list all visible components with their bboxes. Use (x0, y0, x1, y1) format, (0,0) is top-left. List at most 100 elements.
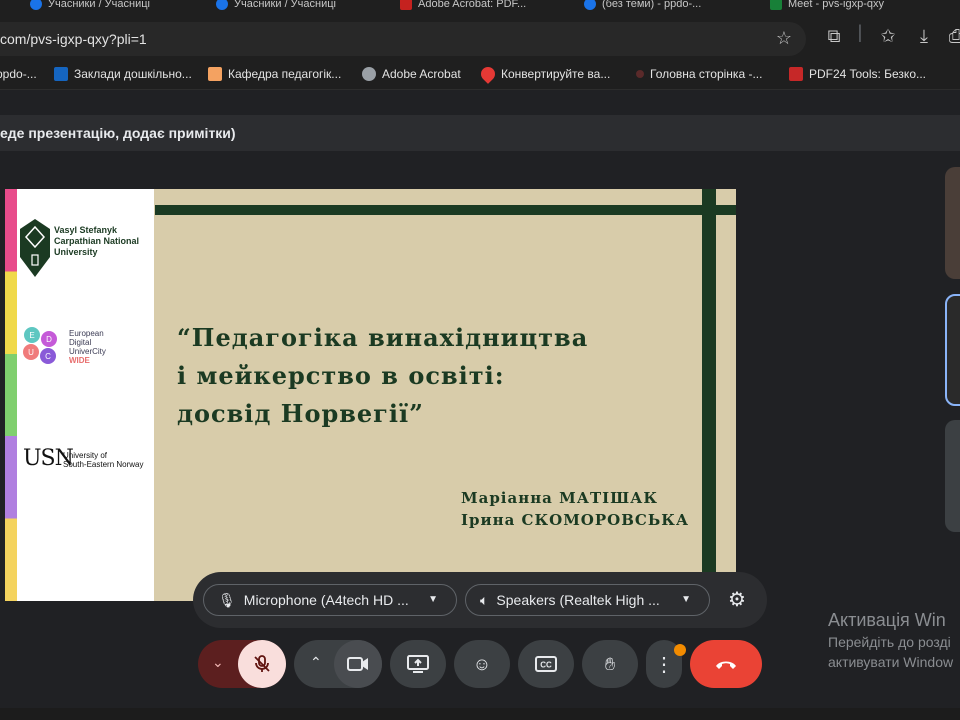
participant-tile[interactable] (945, 294, 960, 406)
educ-letter: U (28, 348, 34, 357)
print-icon[interactable]: ⎙ (944, 26, 960, 47)
more-options-button[interactable]: ⋮ (646, 640, 686, 688)
educ-text-line: European (69, 329, 104, 338)
svg-text:CC: CC (540, 661, 552, 670)
activation-line: активувати Window (828, 654, 954, 670)
educ-text: European Digital UniverCity WIDE (69, 329, 149, 365)
url-text: com/pvs-igxp-qxy?pli=1 (0, 31, 147, 47)
slide-frame-bar (702, 189, 716, 601)
meet-favicon-icon (30, 0, 42, 10)
microphone-icon: 🎙︎ (218, 591, 236, 608)
heart-icon (478, 64, 498, 84)
notification-dot (674, 644, 686, 656)
camera-control: ⌃ (294, 640, 382, 688)
settings-gear-icon[interactable]: ⚙ (725, 588, 749, 612)
chevron-up-icon[interactable]: ⌃ (310, 654, 322, 671)
microphone-control: ⌄ (198, 640, 286, 688)
captions-button[interactable]: CC (518, 640, 574, 688)
camera-button[interactable] (334, 640, 382, 688)
usn-name: University of South-Eastern Norway (63, 451, 144, 469)
mic-muted-button[interactable] (238, 640, 286, 688)
panel-chevron (17, 529, 154, 601)
bookmark-item[interactable]: PDF24 Tools: Безко... (789, 67, 926, 81)
toolbar-divider: | (857, 22, 863, 42)
globe-icon (362, 67, 376, 81)
favorites-icon[interactable]: ✩ (876, 26, 900, 47)
slide-title: “Педагогіка винахідництва і мейкерство в… (177, 323, 589, 428)
download-icon[interactable]: ⤓ (912, 26, 936, 47)
chevron-down-icon: ▼ (681, 594, 691, 605)
activation-title: Активація Win (828, 610, 946, 630)
more-vert-icon: ⋮ (654, 653, 674, 676)
university-name: Vasyl Stefanyk Carpathian National Unive… (54, 225, 140, 257)
bookmark-item[interactable]: Заклади дошкільно... (54, 67, 192, 81)
present-screen-button[interactable] (390, 640, 446, 688)
raise-hand-button[interactable]: ✋︎ (582, 640, 638, 688)
browser-tab[interactable]: Adobe Acrobat: PDF... (400, 0, 540, 14)
educ-letter: D (46, 335, 52, 344)
bookmarks-bar: ppdo-... Заклади дошкільно... Кафедра пе… (0, 60, 960, 90)
bookmark-item[interactable]: Головна сторінка -... (636, 67, 762, 81)
educ-text-line: UniverCity (69, 347, 106, 356)
chevron-down-icon[interactable]: ⌄ (212, 654, 224, 671)
leave-call-button[interactable] (690, 640, 762, 688)
bookmark-item[interactable]: Кафедра педагогік... (208, 67, 341, 81)
reactions-button[interactable]: ☺ (454, 640, 510, 688)
educ-logo-icon: E D U C (23, 327, 57, 364)
mic-off-icon (254, 655, 270, 672)
bookmark-star-icon[interactable]: ☆ (776, 28, 792, 49)
mail-favicon-icon (584, 0, 596, 10)
university-crest-icon (20, 219, 50, 277)
speakers-select[interactable]: 🔈︎ Speakers (Realtek High ... ▼ (465, 584, 710, 616)
presenter-banner: еде презентацію, додає примітки) (0, 115, 960, 151)
author-name: Маріанна МАТІШАК (461, 489, 659, 507)
hand-icon: ✋︎ (604, 653, 616, 674)
browser-tab[interactable]: (без теми) - ppdo-... (584, 0, 724, 14)
educ-letter: C (45, 352, 51, 361)
extensions-icon[interactable]: ⧉ (822, 26, 846, 47)
bookmark-item[interactable]: Adobe Acrobat (362, 67, 461, 81)
educ-letter: E (29, 331, 34, 340)
participant-tile[interactable] (945, 167, 960, 279)
speakers-label: Speakers (Realtek High ... (496, 592, 660, 608)
slide-frame-bar (155, 205, 736, 215)
slide-authors: Маріанна МАТІШАК Ірина СКОМОРОВСЬКА (461, 487, 689, 531)
video-camera-icon (347, 657, 368, 671)
meet-favicon-icon (770, 0, 782, 10)
browser-tab-active[interactable]: Meet - pvs-igxp-qxy (770, 0, 890, 14)
presenter-banner-text: еде презентацію, додає примітки) (0, 125, 236, 141)
browser-tab[interactable]: Учасники / Учасниці (30, 0, 180, 14)
call-controls: ⌄ ⌃ ☺ CC ✋︎ ⋮ (0, 636, 960, 692)
page-gap (0, 91, 960, 115)
presentation-slide: Vasyl Stefanyk Carpathian National Unive… (5, 189, 736, 601)
author-name: Ірина СКОМОРОВСЬКА (461, 511, 690, 529)
address-bar[interactable]: com/pvs-igxp-qxy?pli=1 ☆ (0, 22, 806, 56)
closed-captions-icon: CC (535, 656, 557, 672)
bookmark-item[interactable]: Конвертируйте ва... (478, 64, 610, 84)
educ-text-line: Digital (69, 338, 92, 347)
acrobat-favicon-icon (400, 0, 412, 10)
site-icon (636, 70, 644, 78)
browser-toolbar: com/pvs-igxp-qxy?pli=1 ☆ (0, 18, 960, 60)
microphone-select[interactable]: 🎙︎ Microphone (A4tech HD ... ▼ (203, 584, 457, 616)
chevron-down-icon: ▼ (428, 594, 438, 605)
device-settings-bar: 🎙︎ Microphone (A4tech HD ... ▼ 🔈︎ Speake… (193, 572, 767, 628)
emoji-icon: ☺ (472, 653, 492, 674)
school-icon (54, 67, 68, 81)
participant-tile[interactable] (945, 420, 960, 532)
hang-up-phone-icon (716, 661, 736, 669)
windows-taskbar (0, 708, 960, 720)
bookmark-item[interactable]: ppdo-... (0, 67, 37, 81)
meet-favicon-icon (216, 0, 228, 10)
pdf24-icon (789, 67, 803, 81)
windows-activation-watermark: Активація Win Перейдіть до розді активув… (828, 608, 953, 672)
color-strip (5, 189, 17, 601)
microphone-label: Microphone (A4tech HD ... (243, 592, 409, 608)
educ-wide: WIDE (69, 356, 90, 365)
browser-tab-strip: Учасники / Учасниці Учасники / Учасниці … (0, 0, 960, 18)
present-icon (407, 655, 429, 673)
speaker-icon: 🔈︎ (480, 591, 489, 608)
activation-line: Перейдіть до розді (828, 634, 951, 650)
browser-tab[interactable]: Учасники / Учасниці (216, 0, 366, 14)
department-icon (208, 67, 222, 81)
